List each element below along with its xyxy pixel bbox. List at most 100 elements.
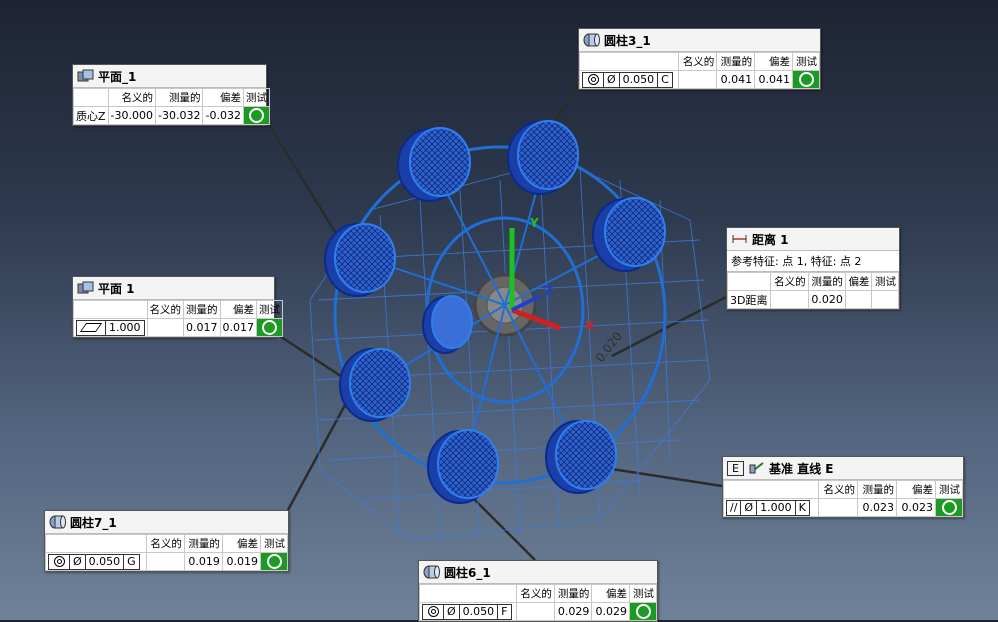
col-measured: 测量的	[553, 584, 593, 603]
table-row: Ø 0.050 F 0.029 0.029	[418, 602, 657, 621]
pass-indicator	[260, 552, 288, 571]
col-deviation: 偏差	[844, 272, 873, 291]
datum-letter: G	[127, 555, 136, 568]
pass-indicator	[242, 106, 270, 125]
pass-ring-icon	[262, 320, 277, 335]
panel-title: 圆柱7_1	[70, 515, 117, 530]
col-deviation: 偏差	[754, 52, 793, 71]
pass-ring-icon	[266, 554, 282, 569]
panel-cylinder-6[interactable]: 圆柱6_1 名义的 测量的 偏差 测试 Ø 0.050 F 0.029 0.029	[418, 560, 658, 622]
col-test: 测试	[260, 534, 288, 553]
cylinder-feature-icon	[423, 565, 440, 579]
pass-ring-icon	[635, 604, 651, 619]
table-row: Ø 0.050 C 0.041 0.041	[578, 70, 820, 89]
measured-value: -30.032	[155, 106, 204, 125]
datum-letter: C	[661, 73, 669, 86]
cylinder-feature-icon	[583, 33, 600, 47]
col-test: 测试	[871, 272, 899, 291]
panel-cylinder-3[interactable]: 圆柱3_1 名义的 测量的 偏差 测试 Ø 0.050 C 0.041 0.041	[578, 28, 821, 90]
col-measured: 测量的	[716, 52, 756, 71]
col-measured: 测量的	[856, 480, 897, 499]
pass-indicator	[629, 602, 657, 621]
measured-value: 0.017	[183, 318, 221, 337]
cylinder-icon	[397, 127, 471, 202]
concentricity-icon	[49, 554, 70, 569]
col-measured: 测量的	[155, 88, 204, 107]
deviation-value: 0.017	[219, 318, 257, 337]
panel-distance-1[interactable]: 距离 1 参考特征: 点 1, 特征: 点 2 名义的 测量的 偏差 测试 3D…	[726, 227, 900, 310]
table-row: 1.000 0.017 0.017	[73, 318, 283, 337]
reference-features: 参考特征: 点 1, 特征: 点 2	[727, 251, 899, 272]
col-nominal: 名义的	[146, 300, 184, 319]
cylinder-icon	[422, 295, 473, 354]
datum-letter: F	[501, 605, 508, 618]
deviation-value: 0.041	[754, 70, 793, 89]
deviation-value: 0.023	[895, 498, 937, 517]
diameter-symbol: Ø	[604, 72, 620, 87]
distance-feature-icon	[732, 235, 747, 243]
measured-value: 0.029	[553, 602, 593, 621]
pass-ring-icon	[798, 72, 814, 87]
col-deviation: 偏差	[591, 584, 630, 603]
row-label: 3D距离	[726, 290, 772, 309]
tolerance-value: 1.000	[109, 321, 141, 334]
row-label: 质心Z	[73, 106, 109, 125]
panel-title: 圆柱3_1	[604, 33, 651, 48]
diameter-symbol: Ø	[444, 604, 460, 619]
measured-value: 0.020	[807, 290, 846, 309]
deviation-value: 0.019	[221, 552, 262, 571]
col-measured: 测量的	[183, 534, 223, 553]
axis-y-label: Y	[529, 216, 539, 230]
distance-annotation: 0.020	[593, 329, 625, 365]
panel-title: 圆柱6_1	[444, 565, 491, 580]
table-row: 质心Z -30.000 -30.032 -0.032	[73, 106, 270, 125]
parallelism-symbol: //	[727, 500, 742, 515]
concentricity-icon	[423, 604, 444, 619]
panel-datum-line-e[interactable]: E 基准 直线 E 名义的 测量的 偏差 测试 //Ø 1.000 K 0.023 …	[722, 456, 964, 518]
deviation-value: 0.029	[591, 602, 630, 621]
table-row: //Ø 1.000 K 0.023 0.023	[723, 498, 963, 517]
tolerance-value: 0.050	[460, 604, 499, 619]
tolerance-frame: Ø 0.050 C	[578, 70, 680, 89]
panel-title: 距离 1	[752, 232, 789, 247]
col-nominal: 名义的	[516, 584, 555, 603]
cylinder-feature-icon	[49, 515, 66, 529]
nominal-value: -30.000	[107, 106, 157, 125]
col-deviation: 偏差	[221, 534, 262, 553]
diameter-symbol: Ø	[741, 500, 758, 515]
col-test: 测试	[256, 300, 283, 319]
pass-indicator	[792, 70, 820, 89]
measured-value: 0.041	[716, 70, 756, 89]
line-feature-icon	[749, 462, 764, 474]
deviation-value: -0.032	[202, 106, 244, 125]
datum-letter: K	[798, 501, 806, 514]
col-nominal: 名义的	[107, 88, 157, 107]
panel-plane-flatness[interactable]: 平面 1 名义的 测量的 偏差 测试 1.000 0.017 0.017	[72, 276, 283, 338]
panel-cylinder-7[interactable]: 圆柱7_1 名义的 测量的 偏差 测试 Ø 0.050 G 0.019 0.019	[44, 510, 289, 572]
col-nominal: 名义的	[678, 52, 718, 71]
tolerance-value: 1.000	[757, 500, 796, 515]
col-test: 测试	[792, 52, 820, 71]
axis-z-label: Z	[544, 284, 553, 298]
part-outline	[333, 145, 667, 485]
flatness-icon	[77, 320, 106, 335]
col-test: 测试	[242, 88, 270, 107]
pass-ring-icon	[941, 500, 957, 515]
col-test: 测试	[629, 584, 657, 603]
tolerance-frame: Ø 0.050 F	[418, 602, 518, 621]
cylinder-icon	[427, 429, 499, 504]
measured-value: 0.019	[183, 552, 223, 571]
concentricity-icon	[583, 72, 604, 87]
col-nominal: 名义的	[145, 534, 185, 553]
col-measured: 测量的	[807, 272, 846, 291]
col-deviation: 偏差	[895, 480, 937, 499]
diameter-symbol: Ø	[70, 554, 86, 569]
datum-box: E	[727, 460, 744, 476]
pass-ring-icon	[248, 108, 264, 123]
panel-title: 平面 1	[98, 281, 135, 296]
pass-indicator	[256, 318, 283, 337]
panel-title: 平面_1	[98, 69, 137, 84]
col-test: 测试	[935, 480, 963, 499]
panel-plane-1[interactable]: 平面_1 名义的 测量的 偏差 测试 质心Z -30.000 -30.032 -…	[72, 64, 270, 126]
col-nominal: 名义的	[817, 480, 858, 499]
